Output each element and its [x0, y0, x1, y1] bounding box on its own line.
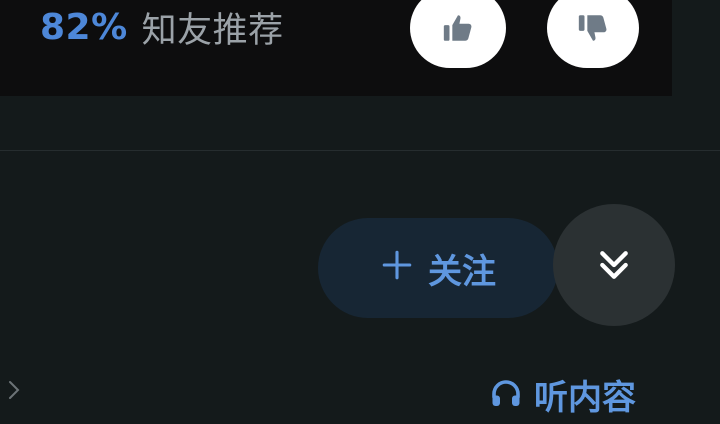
- double-chevron-down-icon: [600, 251, 628, 279]
- thumbs-down-icon: [578, 15, 607, 41]
- plus-icon: [380, 248, 414, 289]
- recommendation-summary: 82% 知友推荐: [40, 2, 284, 52]
- downvote-button[interactable]: [547, 0, 639, 68]
- listen-content-button[interactable]: 听内容: [488, 364, 636, 424]
- upvote-button[interactable]: [410, 0, 506, 68]
- expand-button[interactable]: [553, 204, 675, 326]
- follow-button[interactable]: 关注: [318, 218, 558, 318]
- chevron-right-icon[interactable]: [6, 378, 22, 407]
- recommendation-label: 知友推荐: [141, 10, 284, 51]
- thumbs-up-icon: [443, 15, 472, 41]
- follow-label: 关注: [428, 251, 496, 292]
- headphones-icon: [492, 380, 520, 406]
- recommendation-percent: 82%: [40, 6, 128, 48]
- section-divider: [0, 150, 720, 151]
- listen-label: 听内容: [534, 377, 636, 418]
